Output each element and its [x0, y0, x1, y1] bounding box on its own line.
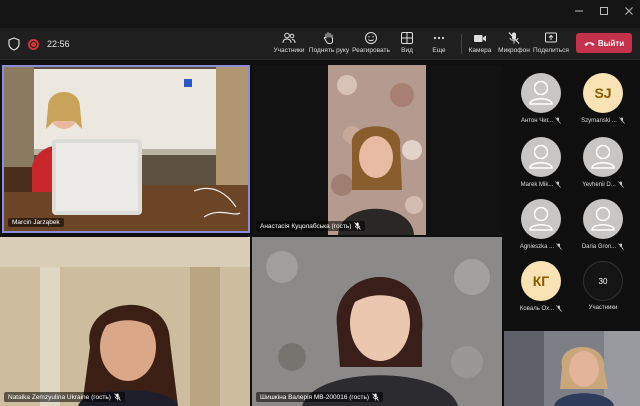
- more-dots-icon: [433, 36, 445, 40]
- avatar: SJ: [583, 73, 623, 113]
- participant-name: Анастасія Куцолабська (гость): [260, 222, 352, 230]
- self-view-video[interactable]: [504, 331, 640, 406]
- roster-name: Антон Чиг...: [521, 117, 561, 124]
- camera-label: Камера: [468, 47, 492, 54]
- participant-name: Natalka Zemzyulina Ukraine (гость): [8, 393, 111, 401]
- roster-participant[interactable]: Marek Mik...: [509, 137, 573, 199]
- participants-label: Участники: [273, 47, 305, 54]
- participant-name-tag: Natalka Zemzyulina Ukraine (гость): [4, 392, 125, 402]
- roster-name: Daria Gron...: [582, 243, 625, 250]
- roster-participant[interactable]: КГ Коваль Ох...: [509, 261, 573, 323]
- avatar: КГ: [521, 261, 561, 301]
- window-titlebar: [0, 0, 640, 28]
- leave-label: Выйти: [597, 38, 625, 48]
- participant-name: Шишкіна Валерія МВ-200016 (гость): [260, 393, 370, 401]
- leave-button[interactable]: Выйти: [576, 33, 632, 53]
- participant-video: [252, 237, 502, 406]
- grid-view-icon: [401, 32, 413, 44]
- person-icon: [591, 206, 615, 231]
- roster-participant[interactable]: Daria Gron...: [571, 199, 635, 261]
- person-icon: [529, 206, 553, 231]
- roster-name: Коваль Ох...: [520, 305, 562, 312]
- share-button[interactable]: Поделиться: [528, 31, 574, 54]
- microphone-off-icon: [372, 393, 379, 401]
- phone-hangup-icon: [584, 41, 595, 46]
- microphone-off-icon: [555, 117, 561, 124]
- smiley-icon: [365, 32, 377, 44]
- meeting-timer: 22:56: [47, 39, 70, 49]
- microphone-off-icon: [556, 305, 562, 312]
- video-stage: Marcin Jarząbek Анастасія Куцолабська (г…: [0, 61, 502, 406]
- microphone-label: Микрофон: [498, 47, 530, 54]
- participant-name: Marcin Jarząbek: [12, 219, 60, 226]
- camera-icon: [474, 35, 486, 42]
- person-icon: [529, 80, 553, 105]
- roster-participant[interactable]: Yevhenii D...: [571, 137, 635, 199]
- participant-count: 30: [583, 261, 623, 301]
- recording-icon: [28, 38, 39, 50]
- roster-participant[interactable]: Agnieszka ...: [509, 199, 573, 261]
- shield-icon: [8, 37, 20, 51]
- microphone-off-icon: [619, 117, 625, 124]
- roster-name: Marek Mik...: [521, 181, 562, 188]
- participant-name-tag: Шишкіна Валерія МВ-200016 (гость): [256, 392, 384, 402]
- roster-name: Yevhenii D...: [582, 181, 624, 188]
- video-tile-marcin-jarzabek[interactable]: Marcin Jarząbek: [2, 65, 250, 233]
- participants-gallery: Антон Чиг... SJ Szymanski ... Marek Mik.…: [503, 61, 640, 330]
- microphone-off-icon: [617, 181, 624, 188]
- participant-video: [504, 331, 640, 406]
- meeting-status: 22:56: [8, 37, 70, 51]
- meeting-toolbar: 22:56 Участники Поднять руку Реагировать…: [0, 28, 640, 60]
- participant-video: [4, 67, 248, 231]
- participant-video: [0, 237, 250, 406]
- roster-name: Agnieszka ...: [520, 243, 563, 250]
- avatar: [521, 73, 561, 113]
- video-tile-shyshkina-valeriia[interactable]: Шишкіна Валерія МВ-200016 (гость): [252, 237, 502, 406]
- raise-hand-label: Поднять руку: [308, 47, 350, 54]
- person-icon: [591, 144, 615, 169]
- more-label: Еще: [432, 47, 446, 54]
- video-tile-natalka-zemzyulina[interactable]: Natalka Zemzyulina Ukraine (гость): [0, 237, 250, 406]
- participant-video: [252, 65, 502, 235]
- share-label: Поделиться: [533, 47, 569, 54]
- microphone-off-icon: [114, 393, 121, 401]
- avatar: [583, 199, 623, 239]
- microphone-off-icon: [556, 243, 563, 250]
- person-icon: [529, 144, 553, 169]
- roster-name: Участники: [588, 305, 618, 311]
- microphone-off-icon: [618, 243, 625, 250]
- hand-icon: [323, 32, 333, 45]
- roster-name: Szymanski ...: [581, 117, 625, 124]
- view-label: Вид: [401, 47, 413, 54]
- avatar: [521, 199, 561, 239]
- participant-name-tag: Marcin Jarząbek: [8, 218, 64, 227]
- microphone-off-icon: [508, 32, 520, 44]
- close-icon[interactable]: [622, 6, 636, 20]
- participants-overflow-button[interactable]: 30 Участники: [571, 261, 635, 323]
- people-icon: [282, 32, 296, 44]
- avatar: [521, 137, 561, 177]
- roster-participant[interactable]: SJ Szymanski ...: [571, 73, 635, 135]
- microphone-off-icon: [354, 222, 362, 230]
- raise-hand-button[interactable]: Поднять руку: [306, 31, 352, 54]
- participant-name-tag: Анастасія Куцолабська (гость): [256, 221, 366, 231]
- avatar: [583, 137, 623, 177]
- maximize-icon[interactable]: [597, 6, 611, 20]
- share-screen-icon: [545, 32, 557, 43]
- more-button[interactable]: Еще: [416, 31, 462, 54]
- video-tile-anastasiia[interactable]: Анастасія Куцолабська (гость): [252, 65, 502, 235]
- roster-participant[interactable]: Антон Чиг...: [509, 73, 573, 135]
- minimize-icon[interactable]: [572, 6, 586, 20]
- microphone-off-icon: [555, 181, 562, 188]
